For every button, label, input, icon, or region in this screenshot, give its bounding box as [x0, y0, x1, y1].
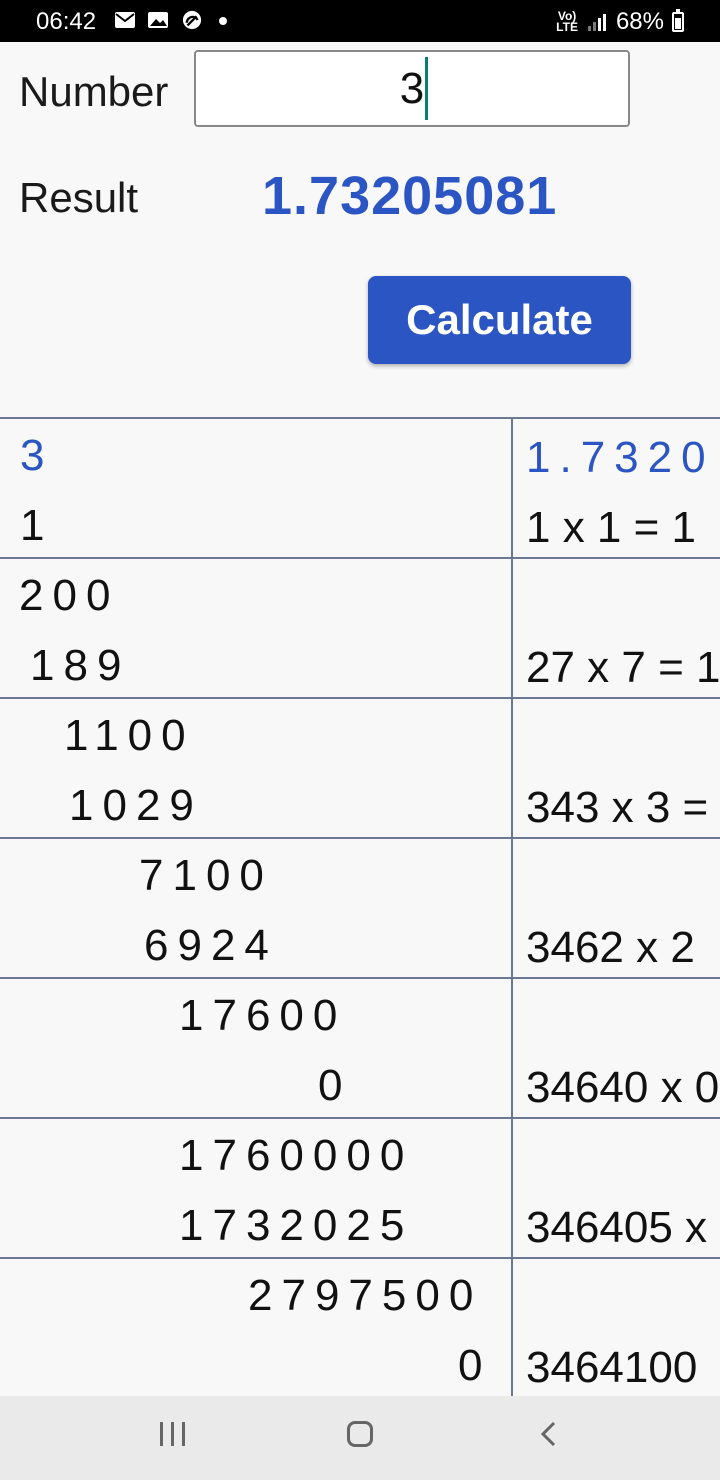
sync-icon	[182, 10, 202, 30]
back-icon[interactable]	[538, 1420, 558, 1448]
subtrahend-value: 189	[30, 641, 131, 690]
table-row: 3 1 1.7320 1 x 1 = 1	[0, 419, 720, 559]
result-value: 1.73205081	[262, 166, 558, 226]
subtrahend-value: 6924	[144, 921, 278, 970]
recent-apps-icon[interactable]	[160, 1422, 188, 1446]
partial-root: 1.7320	[526, 433, 715, 482]
step-multiplication: 34640 x 0	[526, 1063, 720, 1112]
mail-icon	[115, 12, 135, 28]
calculate-button[interactable]: Calculate	[368, 276, 631, 364]
signal-icon	[587, 14, 606, 31]
text-cursor	[425, 57, 428, 120]
number-input[interactable]	[194, 50, 630, 127]
table-row: 2797500 0 3464100	[0, 1259, 720, 1398]
table-row: 7100 6924 3462 x 2	[0, 839, 720, 979]
calculation-table: 3 1 1.7320 1 x 1 = 1 200 189 27 x 7 = 1 …	[0, 417, 720, 1398]
dividend-value: 7100	[139, 851, 273, 900]
subtrahend-value: 1	[20, 501, 54, 550]
step-multiplication: 3462 x 2	[526, 923, 695, 972]
status-time: 06:42	[36, 8, 97, 35]
image-icon	[148, 12, 168, 28]
home-icon[interactable]	[347, 1421, 373, 1447]
dividend-value: 1100	[64, 711, 195, 760]
navigation-bar	[0, 1396, 720, 1480]
subtrahend-value: 0	[318, 1061, 352, 1110]
step-multiplication: 1 x 1 = 1	[526, 503, 697, 552]
subtrahend-value: 1732025	[179, 1201, 414, 1250]
table-row: 1760000 1732025 346405 x	[0, 1119, 720, 1259]
battery-percent: 68%	[615, 8, 664, 35]
status-bar: 06:42 Vo) LTE 68%	[0, 0, 720, 42]
lte-indicator: Vo) LTE	[556, 9, 578, 34]
table-row: 1100 1029 343 x 3 =	[0, 699, 720, 839]
battery-icon	[672, 9, 684, 32]
step-multiplication: 3464100	[526, 1343, 698, 1392]
subtrahend-value: 1029	[69, 781, 203, 830]
table-row: 200 189 27 x 7 = 1	[0, 559, 720, 699]
dividend-value: 200	[19, 571, 120, 620]
dividend-value: 2797500	[248, 1271, 483, 1320]
step-multiplication: 343 x 3 =	[526, 783, 709, 832]
step-multiplication: 27 x 7 = 1	[526, 643, 720, 692]
result-label: Result	[19, 174, 139, 221]
step-multiplication: 346405 x	[526, 1203, 708, 1252]
subtrahend-value: 0	[458, 1341, 492, 1390]
notification-dot	[219, 17, 227, 25]
table-row: 17600 0 34640 x 0	[0, 979, 720, 1119]
number-label: Number	[19, 68, 169, 115]
column-divider	[511, 419, 513, 1398]
radicand-value: 3	[20, 431, 54, 480]
dividend-value: 17600	[179, 991, 347, 1040]
dividend-value: 1760000	[179, 1131, 414, 1180]
